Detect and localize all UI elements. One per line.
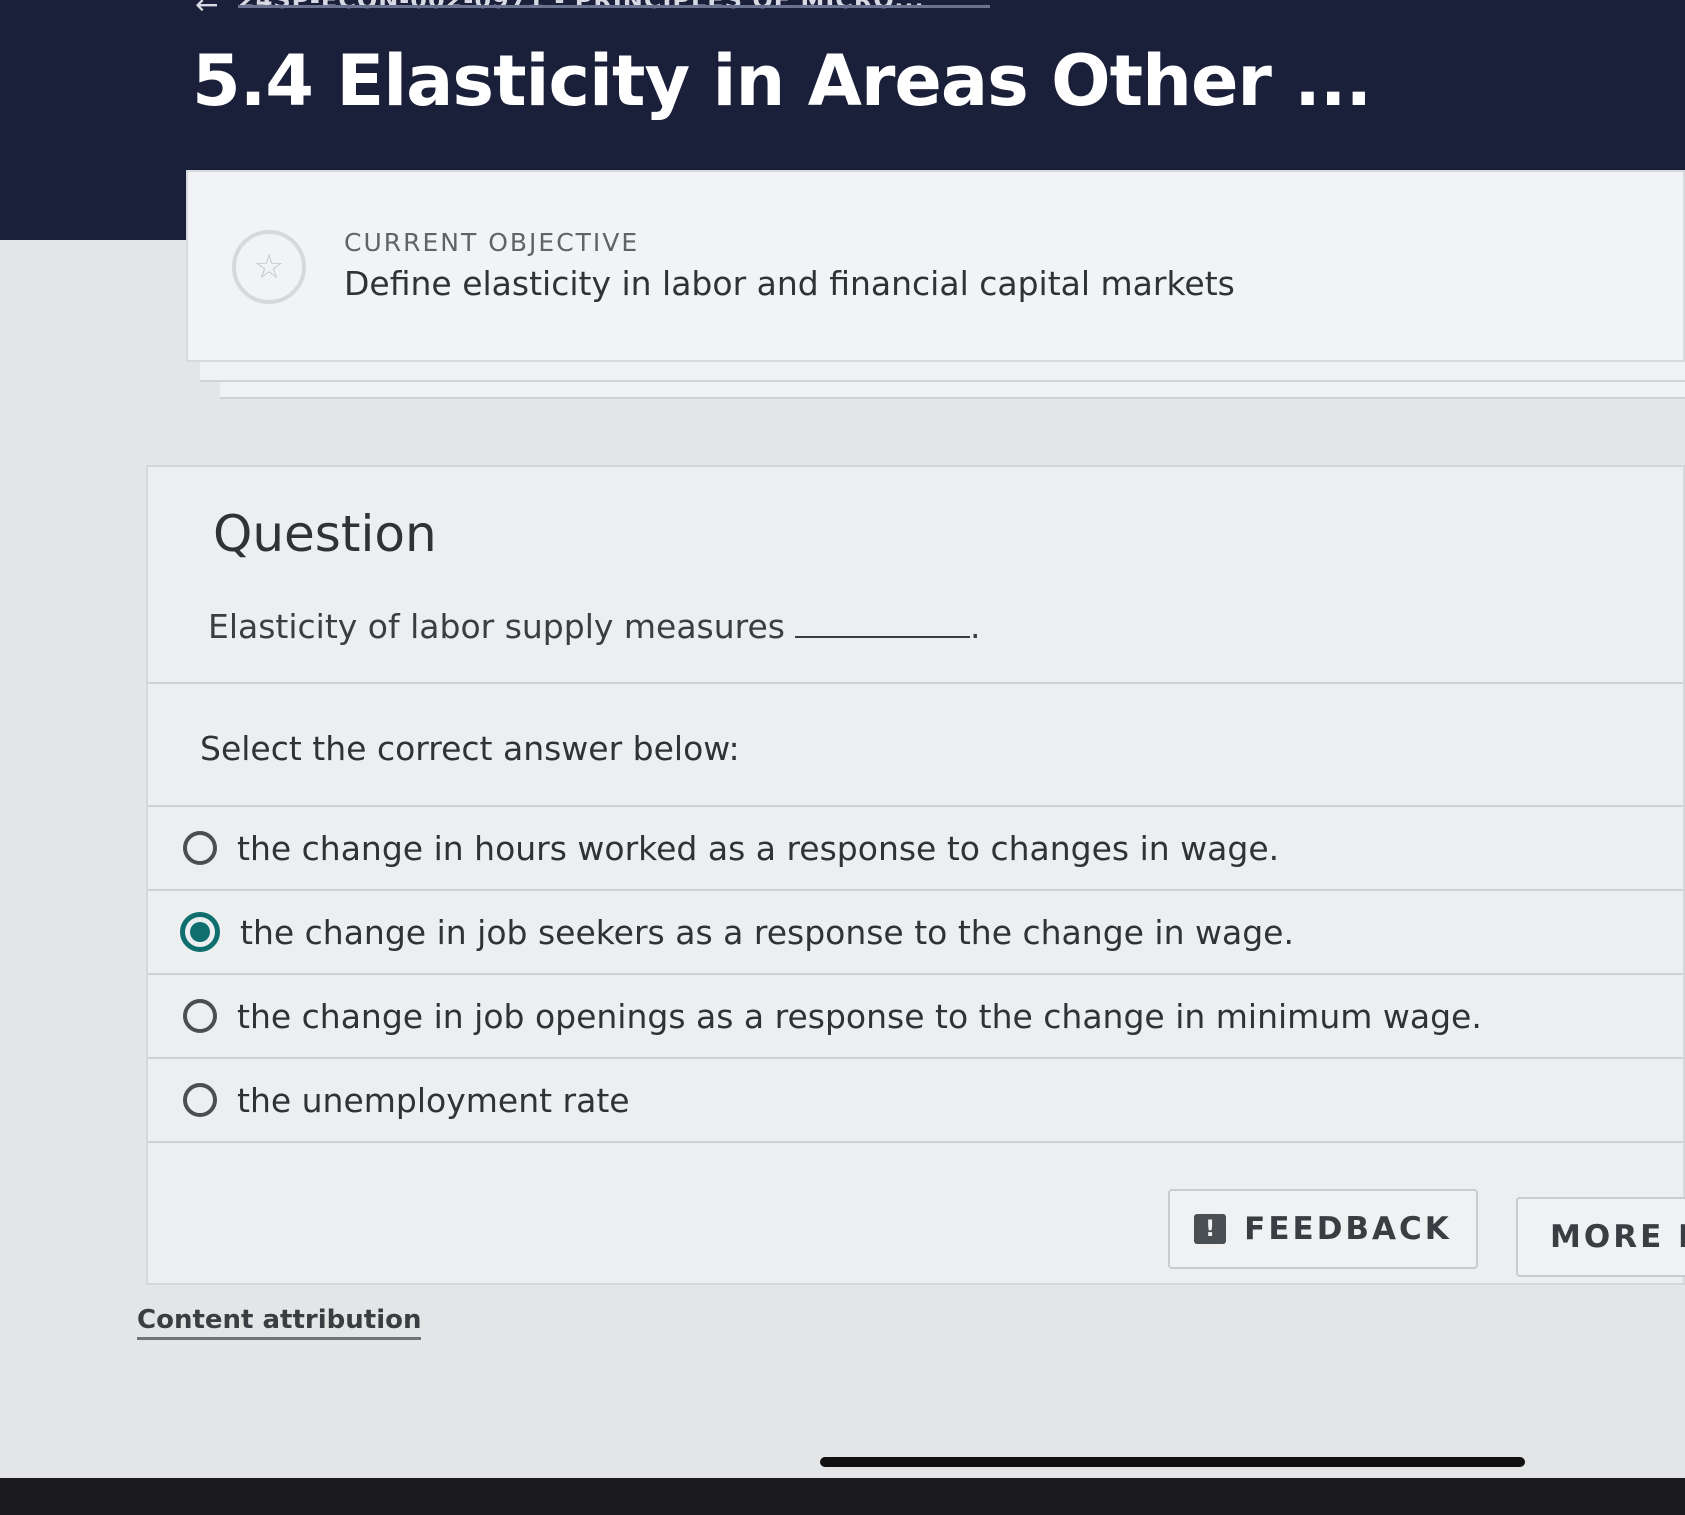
question-card: Question Elasticity of labor supply meas… <box>146 465 1685 1285</box>
objective-card: ☆ CURRENT OBJECTIVE Define elasticity in… <box>186 170 1685 362</box>
feedback-alert-icon: ! <box>1194 1214 1227 1244</box>
answer-option-label: the change in job openings as a response… <box>237 996 1482 1036</box>
page-title: 5.4 Elasticity in Areas Other ... <box>192 40 1372 122</box>
radio-button-selected[interactable] <box>180 912 220 952</box>
divider <box>148 682 1683 684</box>
objective-text: Define elasticity in labor and financial… <box>344 264 1235 303</box>
answer-option-label: the unemployment rate <box>237 1080 630 1120</box>
question-prompt: Elasticity of labor supply measures. <box>208 607 981 646</box>
question-heading: Question <box>213 505 437 563</box>
answer-option-3[interactable]: the change in job openings as a response… <box>148 975 1683 1057</box>
answer-blank <box>795 608 971 638</box>
content-attribution-link[interactable]: Content attribution <box>137 1305 422 1340</box>
device-bezel <box>0 1478 1685 1515</box>
star-icon: ☆ <box>232 230 306 304</box>
radio-button[interactable] <box>183 999 217 1033</box>
more-label: MORE I <box>1550 1219 1685 1255</box>
breadcrumb-underline <box>238 5 990 8</box>
divider <box>148 1141 1683 1143</box>
answer-option-1[interactable]: the change in hours worked as a response… <box>148 807 1683 889</box>
answer-option-label: the change in job seekers as a response … <box>240 912 1294 952</box>
feedback-button[interactable]: ! FEEDBACK <box>1168 1189 1478 1269</box>
question-prompt-end: . <box>970 607 981 646</box>
answer-option-4[interactable]: the unemployment rate <box>148 1059 1683 1141</box>
more-button[interactable]: MORE I <box>1516 1197 1685 1277</box>
select-prompt: Select the correct answer below: <box>200 729 740 768</box>
answer-option-label: the change in hours worked as a response… <box>237 828 1280 868</box>
radio-button[interactable] <box>183 831 217 865</box>
back-arrow-icon[interactable]: ← <box>195 0 218 21</box>
radio-button[interactable] <box>183 1083 217 1117</box>
question-prompt-text: Elasticity of labor supply measures <box>208 607 786 646</box>
answer-option-2[interactable]: the change in job seekers as a response … <box>148 891 1683 973</box>
objective-label: CURRENT OBJECTIVE <box>344 228 640 257</box>
feedback-label: FEEDBACK <box>1244 1211 1452 1247</box>
home-indicator <box>820 1457 1525 1467</box>
